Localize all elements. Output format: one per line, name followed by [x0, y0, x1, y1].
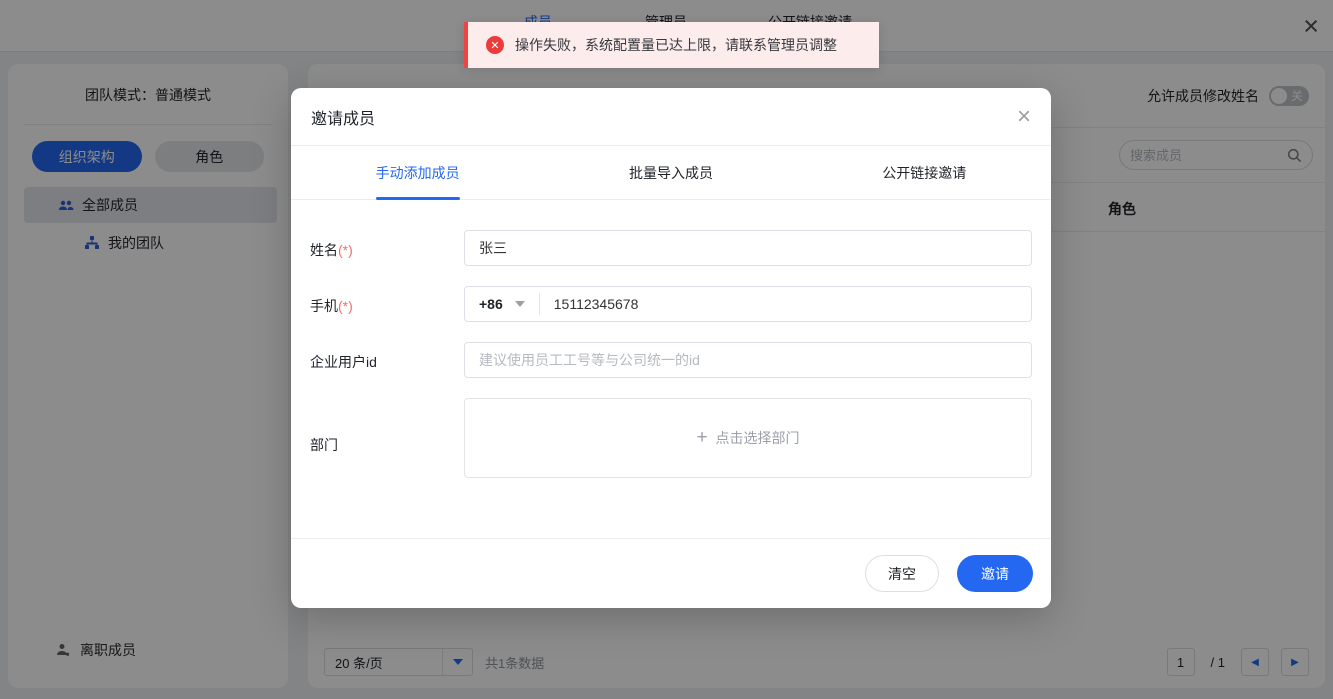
error-circle-icon: ✕ [486, 36, 504, 54]
dialog-tabs: 手动添加成员 批量导入成员 公开链接邀请 [291, 146, 1051, 200]
clear-button[interactable]: 清空 [865, 555, 939, 592]
phone-input[interactable] [540, 296, 1031, 312]
userid-field-label: 企业用户id [310, 352, 377, 372]
tab-public-link-invite[interactable]: 公开链接邀请 [798, 146, 1051, 199]
dialog-header: 邀请成员 × [291, 88, 1051, 146]
dialog-footer: 清空 邀请 [291, 538, 1051, 608]
invite-member-dialog: 邀请成员 × 手动添加成员 批量导入成员 公开链接邀请 姓名(*) 手机(*) … [291, 88, 1051, 608]
tab-manual-add[interactable]: 手动添加成员 [291, 146, 544, 199]
name-field-label: 姓名(*) [310, 240, 353, 260]
phone-field: +86 [464, 286, 1032, 322]
invite-button[interactable]: 邀请 [957, 555, 1033, 592]
dept-field-label: 部门 [310, 435, 338, 455]
enterprise-userid-input[interactable] [464, 342, 1032, 378]
error-toast: ✕ 操作失败，系统配置量已达上限，请联系管理员调整 [464, 22, 879, 68]
dialog-close-icon[interactable]: × [1017, 105, 1031, 129]
required-mark: (*) [338, 242, 353, 258]
name-input[interactable] [464, 230, 1032, 266]
select-department-placeholder: 点击选择部门 [716, 428, 800, 448]
tab-batch-import[interactable]: 批量导入成员 [544, 146, 797, 199]
plus-icon: + [696, 427, 707, 449]
caret-down-icon [515, 301, 525, 307]
country-code-value: +86 [479, 296, 503, 312]
country-code-select[interactable]: +86 [465, 287, 539, 321]
required-mark: (*) [338, 298, 353, 314]
dialog-title: 邀请成员 [311, 105, 375, 129]
error-toast-message: 操作失败，系统配置量已达上限，请联系管理员调整 [515, 35, 837, 55]
phone-field-label: 手机(*) [310, 296, 353, 316]
select-department-box[interactable]: + 点击选择部门 [464, 398, 1032, 478]
